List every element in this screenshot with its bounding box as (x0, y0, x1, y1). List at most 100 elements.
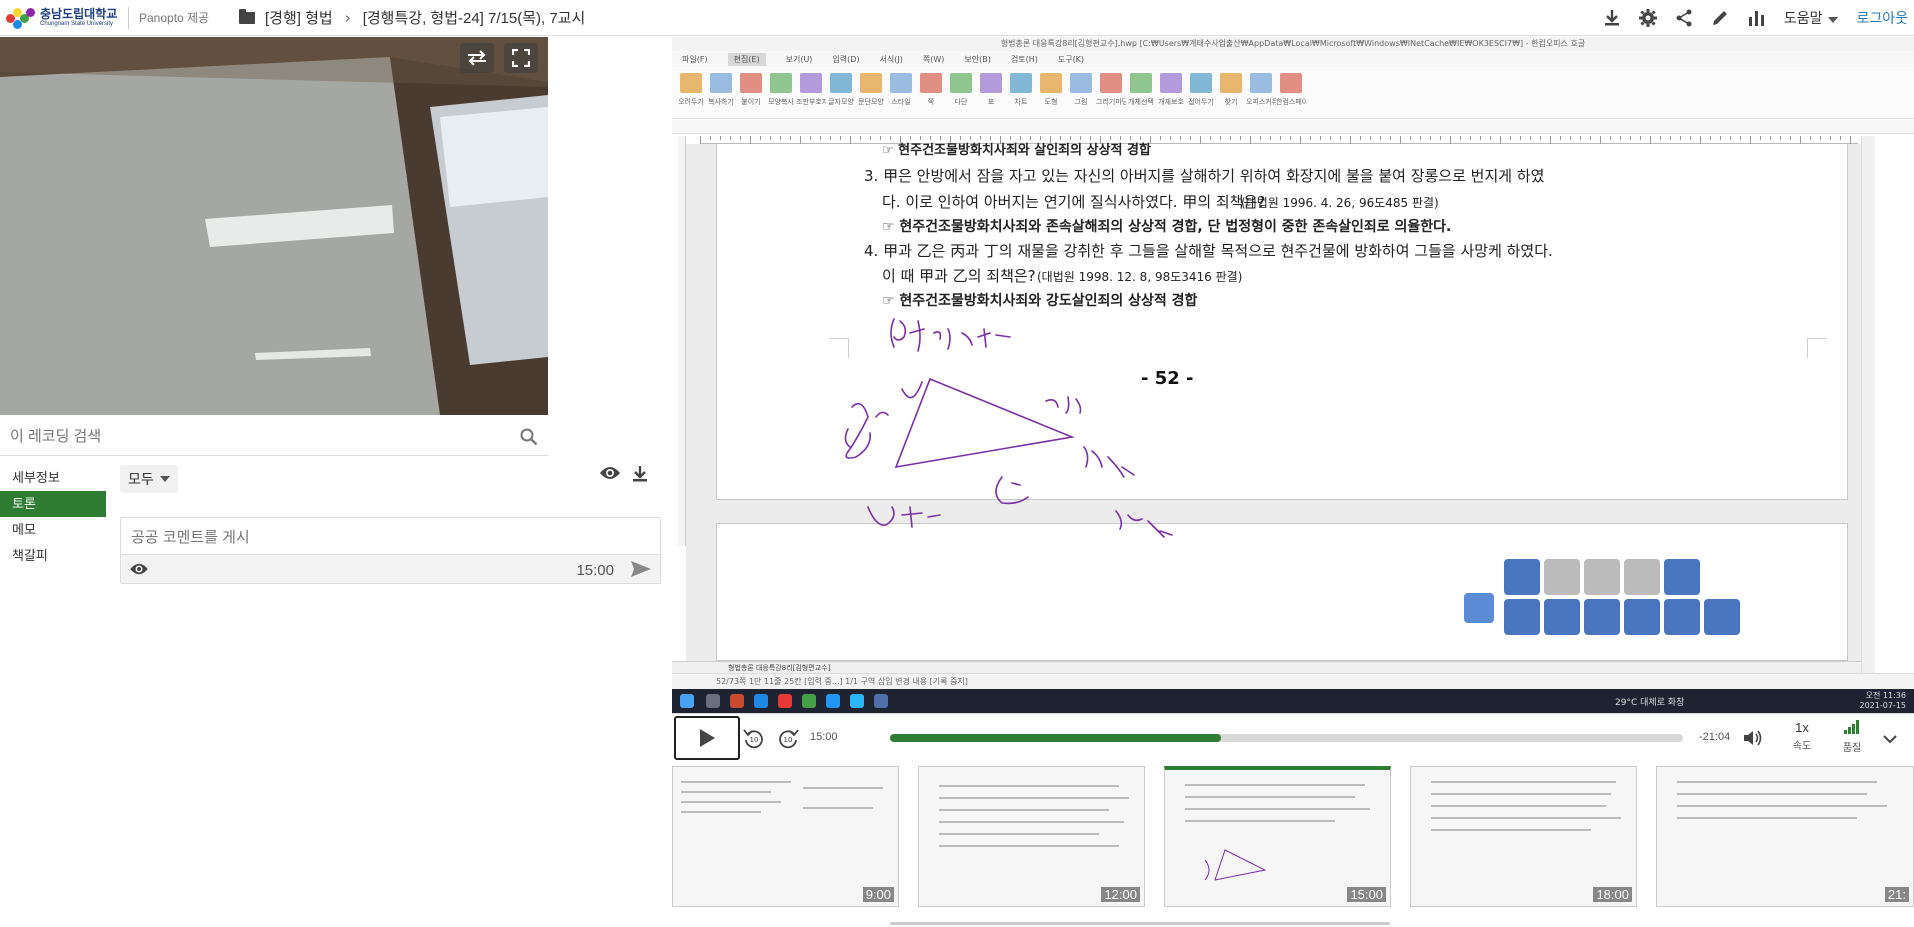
rewind-10-icon[interactable]: 10 (742, 726, 766, 750)
svg-text:10: 10 (784, 736, 793, 744)
help-label: 도움말 (1783, 10, 1823, 26)
ie-icon (826, 694, 840, 708)
speed-label: 속도 (1792, 741, 1812, 752)
powered-by: Panopto 제공 (139, 11, 210, 25)
filter-label: 모두 (128, 471, 154, 487)
captured-screen: 형법총론 대응특강8리[김형편교수].hwp [C:₩Users₩계태수사업출산… (672, 37, 1914, 713)
document-scrollbar (1861, 136, 1875, 676)
thumbnail-time: 15:00 (1347, 887, 1386, 902)
windows-taskbar: 29°C 대체로 화창 오전 11:36 2021-07-15 (672, 689, 1914, 713)
toolbox-icon (1624, 599, 1660, 635)
svg-text:10: 10 (750, 736, 759, 744)
search-input[interactable] (10, 428, 490, 445)
play-icon (700, 729, 715, 747)
camera-image (0, 37, 548, 415)
menu-icon (1464, 593, 1494, 623)
forward-10-icon[interactable]: 10 (776, 726, 800, 750)
edit-icon[interactable] (1702, 0, 1738, 36)
screen-capture-video[interactable]: 형법총론 대응특강8리[김형편교수].hwp [C:₩Users₩계태수사업출산… (672, 37, 1914, 713)
fullscreen-icon[interactable] (504, 43, 538, 73)
side-tab-list: 세부정보 토론 메모 책갈피 (0, 465, 108, 569)
thumbnail[interactable]: 18:00 (1410, 766, 1637, 907)
university-logo[interactable]: 충남도립대학교 Chungnam State University (6, 6, 124, 30)
undo-icon (1664, 599, 1700, 635)
hwp-document-tab: 형법총론 대응특강8리[김형편교수] (672, 661, 1861, 673)
search-icon[interactable] (520, 428, 538, 450)
pen-mode-icon (1504, 559, 1540, 595)
volume-icon[interactable] (1742, 728, 1764, 752)
tab-bookmarks[interactable]: 책갈피 (0, 543, 106, 569)
chevron-right-icon: › (344, 8, 351, 27)
app-icon (850, 694, 864, 708)
thumbnail-time: 18:00 (1593, 887, 1632, 902)
next-icon (1624, 559, 1660, 595)
quality-label: 품질 (1842, 743, 1862, 754)
signal-bars-icon (1844, 720, 1859, 734)
edge-icon (754, 694, 768, 708)
screen-capture-icon (1664, 559, 1700, 595)
current-time: 15:00 (810, 731, 838, 743)
download-icon[interactable] (1594, 0, 1630, 36)
eraser-icon (1544, 599, 1580, 635)
breadcrumb-session: [경행특강, 형법-24] 7/15(목), 7교시 (362, 10, 586, 27)
swap-view-icon[interactable] (460, 43, 494, 73)
thumbnail-current[interactable]: 15:00 (1164, 766, 1391, 907)
text-tool-icon (1504, 599, 1540, 635)
thumbnail-time: 12:00 (1101, 887, 1140, 902)
logo-name: 충남도립대학교 (40, 7, 118, 21)
thumbnail-time: 21: (1884, 887, 1909, 902)
comment-box: 15:00 (120, 517, 661, 584)
gear-icon[interactable] (1630, 0, 1666, 36)
app-root: 충남도립대학교 Chungnam State University Panopt… (0, 0, 1914, 927)
visibility-eye-icon[interactable] (129, 561, 149, 580)
remaining-time: -21:04 (1699, 731, 1731, 743)
share-icon[interactable] (1666, 0, 1702, 36)
tab-notes[interactable]: 메모 (0, 517, 106, 543)
download-icon[interactable] (631, 465, 649, 487)
play-button[interactable] (674, 716, 740, 760)
weather-status: 29°C 대체로 화창 (1615, 698, 1685, 708)
task-view-icon (706, 694, 720, 708)
hwp-status-bar: 52/73쪽 1단 11줄 25칸 [입력 중...] 1/1 구역 삽입 변경… (672, 673, 1914, 689)
prev-icon (1584, 559, 1620, 595)
camera-feed[interactable] (0, 37, 548, 415)
discussion-panel: 모두 15:00 (120, 465, 661, 584)
send-icon[interactable] (630, 560, 652, 582)
chrome-icon (778, 694, 792, 708)
thumbnail[interactable]: 9:00 (672, 766, 899, 907)
chevron-down-icon (1828, 17, 1839, 23)
progress-fill (890, 734, 1221, 742)
prev-slide-icon (1544, 559, 1580, 595)
thumbnail-time: 9:00 (862, 887, 894, 902)
thumbnail-scrollbar[interactable] (890, 922, 1390, 925)
comment-input[interactable] (121, 518, 660, 555)
logo-name-en: Chungnam State University (40, 21, 114, 27)
comment-timestamp: 15:00 (576, 562, 614, 579)
thumbnail[interactable]: 12:00 (918, 766, 1145, 907)
thumbnail[interactable]: 21: (1656, 766, 1914, 907)
app-icon (802, 694, 816, 708)
clock-time: 오전 11:36 (1865, 691, 1906, 700)
system-clock: 오전 11:36 2021-07-15 (1860, 691, 1907, 711)
breadcrumb-folder[interactable]: [경행] 형법 (265, 7, 333, 28)
logo-flower-icon (6, 6, 36, 30)
speed-control[interactable]: 1x 속도 (1782, 720, 1822, 752)
logout-link[interactable]: 로그아웃 (1856, 8, 1908, 28)
redo-icon (1704, 599, 1740, 635)
thumbnail-strip: 9:00 12:00 15:00 18:00 21: (672, 762, 1914, 927)
folder-icon (239, 8, 255, 24)
hwp-icon (874, 694, 888, 708)
help-menu[interactable]: 도움말 (1784, 8, 1839, 28)
clock-date: 2021-07-15 (1859, 701, 1907, 710)
tab-details[interactable]: 세부정보 (0, 465, 106, 491)
chevron-down-icon[interactable] (1882, 730, 1898, 749)
top-bar: 충남도립대학교 Chungnam State University Panopt… (0, 0, 1914, 36)
eye-icon[interactable] (599, 465, 621, 487)
tab-discussion[interactable]: 토론 (0, 491, 106, 517)
quality-control[interactable]: 품질 (1832, 720, 1872, 754)
highlighter-icon (1584, 599, 1620, 635)
comment-filter-dropdown[interactable]: 모두 (120, 465, 178, 493)
stats-icon[interactable] (1738, 0, 1774, 36)
progress-bar[interactable] (890, 734, 1683, 742)
speed-value: 1x (1795, 720, 1809, 735)
